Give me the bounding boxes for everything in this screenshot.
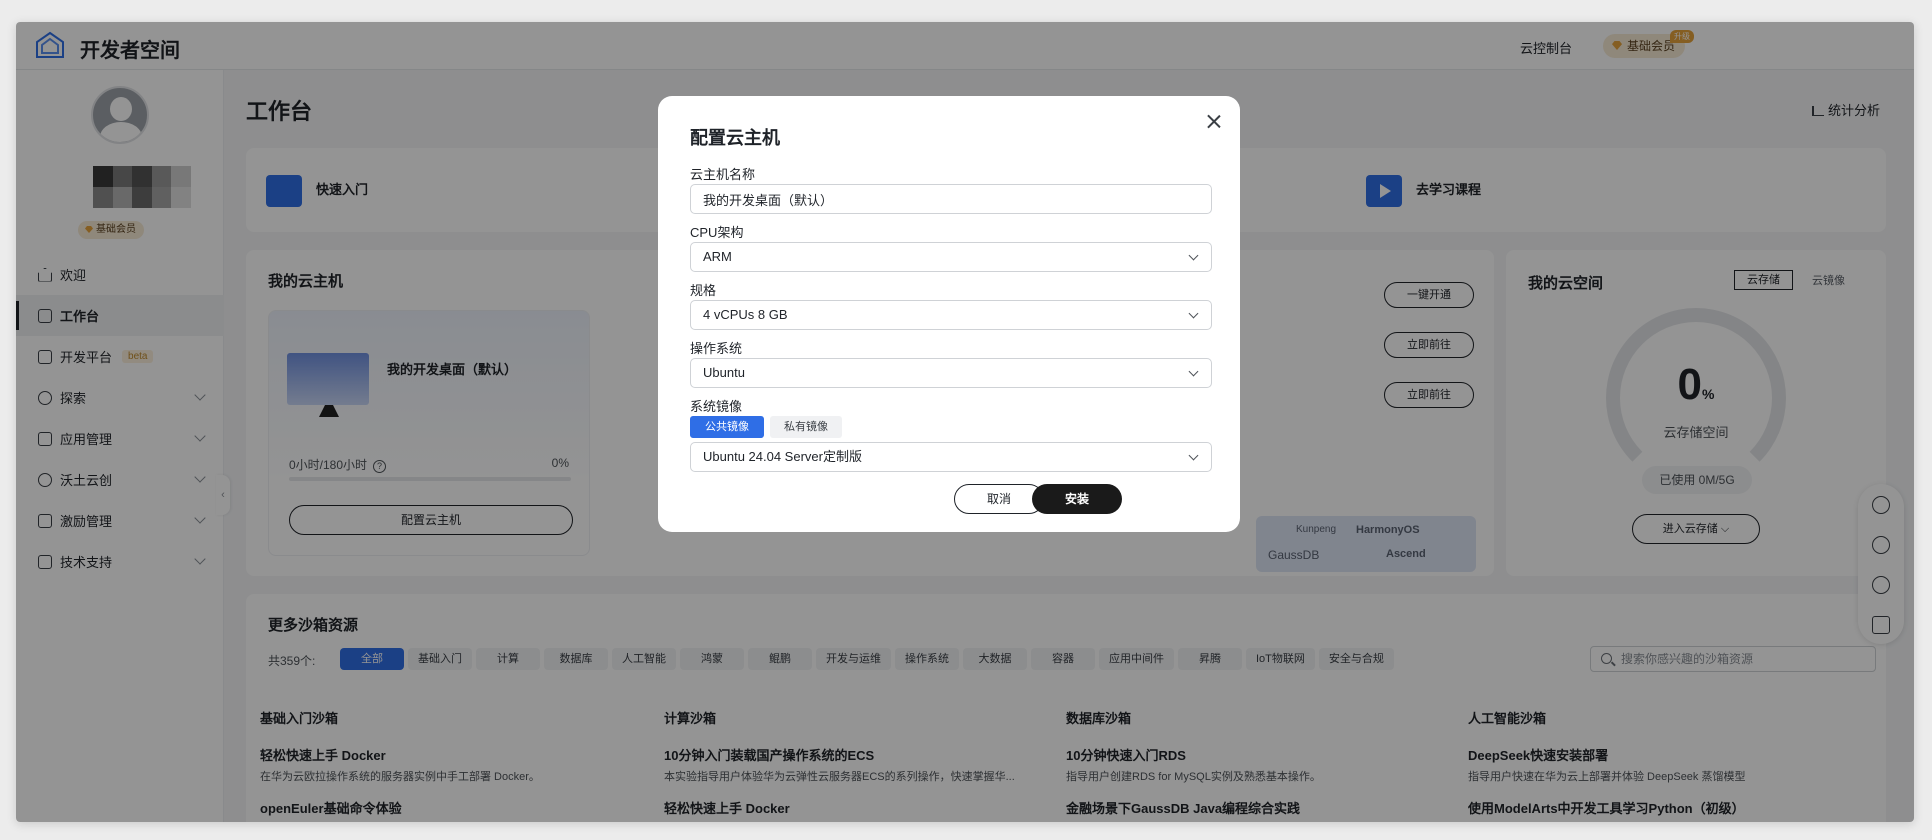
cancel-button[interactable]: 取消 (954, 484, 1044, 514)
tab-public-image[interactable]: 公共镜像 (690, 416, 764, 438)
cpu-arch-label: CPU架构 (690, 225, 744, 240)
os-select[interactable]: Ubuntu (690, 358, 1212, 388)
host-name-label: 云主机名称 (690, 167, 756, 182)
os-label: 操作系统 (690, 341, 743, 356)
tab-private-image[interactable]: 私有镜像 (770, 416, 842, 438)
chevron-down-icon (1188, 308, 1199, 319)
dialog-title: 配置云主机 (690, 128, 780, 148)
spec-select[interactable]: 4 vCPUs 8 GB (690, 300, 1212, 330)
cpu-arch-select[interactable]: ARM (690, 242, 1212, 272)
chevron-down-icon (1188, 250, 1199, 261)
spec-label: 规格 (690, 283, 717, 298)
host-name-input[interactable] (690, 184, 1212, 214)
system-image-label: 系统镜像 (690, 399, 743, 414)
close-icon[interactable] (1206, 114, 1222, 130)
system-image-select[interactable]: Ubuntu 24.04 Server定制版 (690, 442, 1212, 472)
chevron-down-icon (1188, 366, 1199, 377)
chevron-down-icon (1188, 450, 1199, 461)
configure-host-dialog: 配置云主机 云主机名称 CPU架构 ARM 规格 4 vCPUs 8 GB 操作… (658, 96, 1240, 532)
install-button[interactable]: 安装 (1032, 484, 1122, 514)
